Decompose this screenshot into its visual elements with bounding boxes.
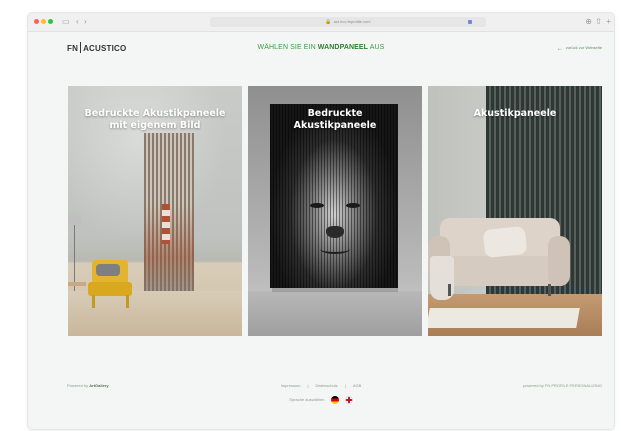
armchair-seat — [88, 282, 132, 296]
card-title: Bedruckte Akustikpaneele mit eigenem Bil… — [68, 108, 242, 132]
language-selector: Sprache auswählen — [28, 396, 614, 404]
rug-image — [428, 308, 580, 328]
card-printed-panels[interactable]: Bedruckte Akustikpaneele — [248, 86, 422, 336]
sidebar-toggle-icon[interactable]: ▭ — [62, 16, 70, 28]
lion-mouth — [320, 244, 350, 254]
sofa-arm — [548, 236, 570, 286]
back-link-label: zurück zur Webseite — [565, 45, 602, 50]
minimize-window-icon[interactable] — [41, 19, 46, 24]
page-title-bold: WANDPANEEL — [317, 44, 369, 51]
arrow-left-icon: ← — [556, 46, 563, 52]
lion-eye — [310, 203, 324, 208]
sofa-leg — [448, 284, 451, 296]
lock-icon: 🔒 — [325, 19, 332, 25]
footer-credit[interactable]: powered by FN PROFILE PERSONALIZING — [523, 383, 602, 388]
extension-icon[interactable] — [468, 20, 472, 24]
pillow-image — [96, 264, 120, 276]
browser-window: ▭ ‹ › 🔒 act.rico.fnprofile.com ⊕ ⇧ + FN AC… — [28, 13, 614, 429]
footer-link-impressum[interactable]: Impressum — [281, 383, 301, 388]
url-text: act.rico.fnprofile.com — [333, 19, 371, 24]
german-flag-icon[interactable] — [330, 396, 339, 404]
card-title: Bedruckte Akustikpaneele — [248, 108, 422, 132]
close-window-icon[interactable] — [34, 19, 39, 24]
chevron-right-icon[interactable]: › — [84, 16, 87, 28]
chair-leg — [92, 295, 95, 308]
back-to-website-link[interactable]: ← zurück zur Webseite — [557, 45, 602, 52]
footer-divider: | — [307, 383, 309, 388]
lion-eye — [346, 203, 360, 208]
logo[interactable]: FN ACUSTICO — [67, 42, 126, 53]
page-title-suffix: AUS — [369, 44, 385, 51]
footer-link-datenschutz[interactable]: Datenschutz — [316, 383, 338, 388]
floor — [248, 291, 422, 336]
page-title: WÄHLEN SIE EIN WANDPANEEL AUS — [178, 44, 464, 51]
language-label: Sprache auswählen — [289, 397, 325, 402]
logo-divider — [80, 42, 82, 53]
side-table-image — [68, 282, 86, 286]
footer-link-agb[interactable]: AGB — [353, 383, 361, 388]
card-printed-custom-image[interactable]: Bedruckte Akustikpaneele mit eigenem Bil… — [68, 86, 242, 336]
card-title: Akustikpaneele — [428, 108, 602, 120]
download-icon[interactable]: ⊕ — [585, 16, 592, 28]
card-title-line1: Bedruckte Akustikpaneele — [84, 108, 226, 119]
english-flag-icon[interactable] — [344, 396, 353, 404]
logo-acustico: ACUSTICO — [83, 44, 127, 53]
share-icon[interactable]: ⇧ — [595, 16, 602, 28]
card-title-line2: mit eigenem Bild — [109, 120, 201, 131]
address-bar[interactable]: 🔒 act.rico.fnprofile.com — [210, 17, 486, 27]
logo-fn: FN — [67, 44, 79, 53]
new-tab-icon[interactable]: + — [606, 16, 611, 28]
chair-leg — [126, 295, 129, 308]
sofa-leg — [548, 284, 551, 296]
card-acoustic-panels[interactable]: Akustikpaneele — [428, 86, 602, 336]
lion-nose — [326, 226, 344, 238]
chevron-left-icon[interactable]: ‹ — [76, 16, 79, 28]
page-title-prefix: WÄHLEN SIE EIN — [257, 44, 316, 51]
lighthouse-image — [162, 204, 170, 244]
card-title-line2: Akustikpaneele — [293, 120, 377, 131]
lamp-image — [68, 215, 82, 225]
maximize-window-icon[interactable] — [48, 19, 53, 24]
panel-shadow — [272, 288, 398, 292]
card-title-line1: Akustikpaneele — [473, 108, 557, 119]
card-title-line1: Bedruckte — [307, 108, 363, 119]
footer-divider: | — [344, 383, 346, 388]
browser-toolbar: ▭ ‹ › 🔒 act.rico.fnprofile.com ⊕ ⇧ + — [28, 13, 614, 32]
pillow-image — [482, 225, 528, 259]
